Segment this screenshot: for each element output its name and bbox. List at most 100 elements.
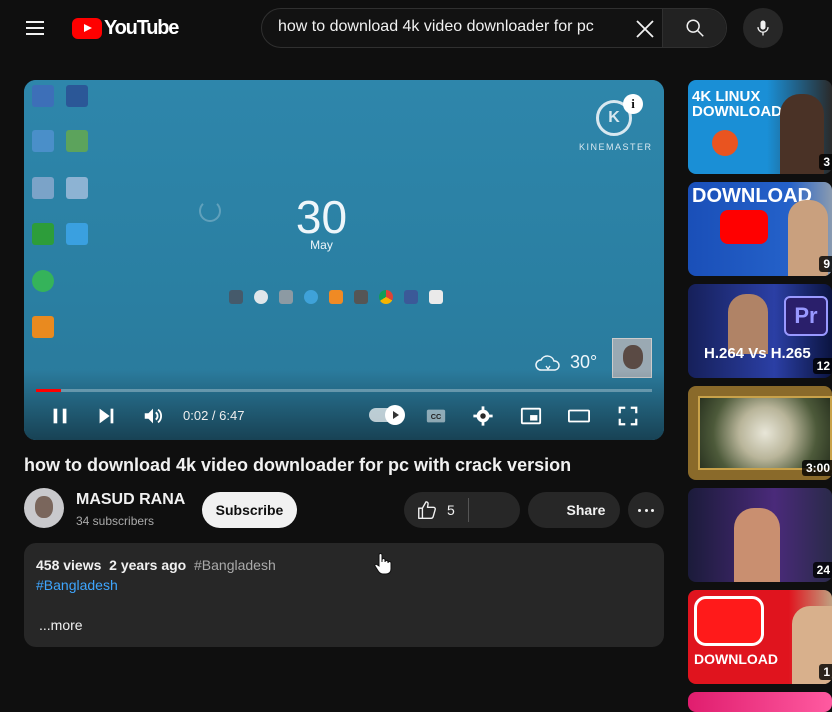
youtube-play-icon xyxy=(694,596,764,646)
trash-icon xyxy=(279,290,293,304)
camera-icon xyxy=(354,290,368,304)
youtube-play-icon xyxy=(72,17,102,39)
search-input[interactable] xyxy=(278,18,618,36)
progress-played xyxy=(36,389,61,392)
related-thumbnail[interactable] xyxy=(688,692,832,712)
desktop-icon xyxy=(32,85,54,107)
thumbnail-text: H.264 Vs H.265 xyxy=(704,345,811,362)
monitor-icon xyxy=(229,290,243,304)
mic-icon xyxy=(757,20,769,36)
time-display: 0:02 / 6:47 xyxy=(183,408,245,423)
camtasia-icon xyxy=(32,223,54,245)
upload-age: 2 years ago xyxy=(109,557,187,573)
captions-button[interactable]: CC xyxy=(424,402,448,430)
clock-month: May xyxy=(310,238,333,252)
channel-avatar[interactable] xyxy=(24,488,64,528)
subscribe-button[interactable]: Subscribe xyxy=(202,492,297,528)
svg-text:CC: CC xyxy=(431,412,442,421)
next-button[interactable] xyxy=(94,402,118,430)
description-meta: 458 views 2 years ago #Bangladesh xyxy=(36,557,276,573)
word-icon xyxy=(66,85,88,107)
pause-icon xyxy=(53,408,67,424)
autoplay-knob xyxy=(385,405,405,425)
related-thumbnail[interactable]: Pr H.264 Vs H.265 12 xyxy=(688,284,832,378)
share-app-icon xyxy=(66,223,88,245)
share-label: Share xyxy=(566,502,606,518)
app-icon xyxy=(329,290,343,304)
network-icon xyxy=(32,130,54,152)
related-thumbnail[interactable]: 24 xyxy=(688,488,832,582)
app-icon xyxy=(254,290,268,304)
dock xyxy=(229,290,443,304)
video-duration: 3 xyxy=(819,154,832,170)
facebook-icon xyxy=(404,290,418,304)
menu-icon[interactable] xyxy=(24,16,48,40)
video-duration: 12 xyxy=(812,358,832,374)
related-thumbnail[interactable]: DOWNLOAD 9 xyxy=(688,182,832,276)
hashtag-link[interactable]: #Bangladesh xyxy=(36,577,118,593)
chrome-icon xyxy=(379,290,393,304)
video-duration: 9 xyxy=(819,256,832,272)
inline-hashtag[interactable]: #Bangladesh xyxy=(194,557,276,573)
fullscreen-icon xyxy=(618,406,638,426)
webcam-icon xyxy=(66,177,88,199)
search-button[interactable] xyxy=(662,9,726,47)
search-icon xyxy=(686,19,704,37)
autoplay-toggle[interactable] xyxy=(369,405,405,425)
related-thumbnail[interactable]: 3:00 xyxy=(688,386,832,480)
thumbnail-text: DOWNLOAD xyxy=(694,651,778,667)
person-thumbnail xyxy=(734,508,780,582)
youtube-play-icon xyxy=(720,210,768,244)
mute-button[interactable] xyxy=(140,402,166,430)
voice-search-button[interactable] xyxy=(743,8,783,48)
masthead: YouTube xyxy=(0,0,832,56)
person-face xyxy=(623,345,643,369)
video-duration: 3:00 xyxy=(801,460,832,476)
related-thumbnail[interactable]: 4K LINUX DOWNLOADER 3 xyxy=(688,80,832,174)
search-box xyxy=(261,8,727,48)
miniplayer-button[interactable] xyxy=(518,402,544,430)
show-more-link[interactable]: ...more xyxy=(39,617,83,633)
premiere-pro-icon: Pr xyxy=(784,296,828,336)
like-button[interactable]: 5 xyxy=(404,492,468,528)
video-player[interactable]: 30 May K KINEMASTER i 30° 0:02 / 6:47 CC xyxy=(24,80,664,440)
settings-button[interactable] xyxy=(471,402,495,430)
person-thumbnail xyxy=(780,94,824,174)
pause-button[interactable] xyxy=(48,402,72,430)
fullscreen-button[interactable] xyxy=(616,402,640,430)
view-count: 458 views xyxy=(36,557,102,573)
dislike-button[interactable] xyxy=(469,492,520,528)
progress-bar[interactable] xyxy=(36,389,652,392)
like-dislike-group: 5 xyxy=(404,492,520,528)
description-box[interactable]: 458 views 2 years ago #Bangladesh #Bangl… xyxy=(24,543,664,647)
subscriber-count: 34 subscribers xyxy=(76,514,155,528)
next-icon xyxy=(99,408,114,424)
gear-icon xyxy=(473,406,493,426)
volume-icon xyxy=(144,408,162,424)
video-duration: 1 xyxy=(819,664,832,680)
video-duration: 24 xyxy=(812,562,832,578)
youtube-logo[interactable]: YouTube xyxy=(72,16,179,39)
like-count: 5 xyxy=(447,502,455,518)
related-thumbnail[interactable]: DOWNLOAD 1 xyxy=(688,590,832,684)
channel-name[interactable]: MASUD RANA xyxy=(76,491,185,509)
share-button[interactable]: Share xyxy=(528,492,620,528)
thumbs-up-icon xyxy=(418,501,436,519)
play-icon xyxy=(393,411,399,419)
clear-icon[interactable] xyxy=(634,18,656,40)
hand-cursor-icon xyxy=(374,553,392,575)
theater-button[interactable] xyxy=(566,402,592,430)
miniplayer-icon xyxy=(520,407,542,425)
video-title: how to download 4k video downloader for … xyxy=(24,455,572,475)
logo-text: YouTube xyxy=(104,16,179,39)
theater-icon xyxy=(568,409,590,423)
app-orange-icon xyxy=(32,316,54,338)
thumbnail-text: 4K LINUX DOWNLOADER xyxy=(692,88,803,120)
recycle-bin-icon xyxy=(32,177,54,199)
cc-icon: CC xyxy=(426,409,446,423)
loading-spinner xyxy=(199,200,221,222)
gmail-icon xyxy=(429,290,443,304)
clock-day: 30 xyxy=(295,191,348,243)
info-icon[interactable]: i xyxy=(623,94,643,114)
more-actions-button[interactable] xyxy=(628,492,664,528)
